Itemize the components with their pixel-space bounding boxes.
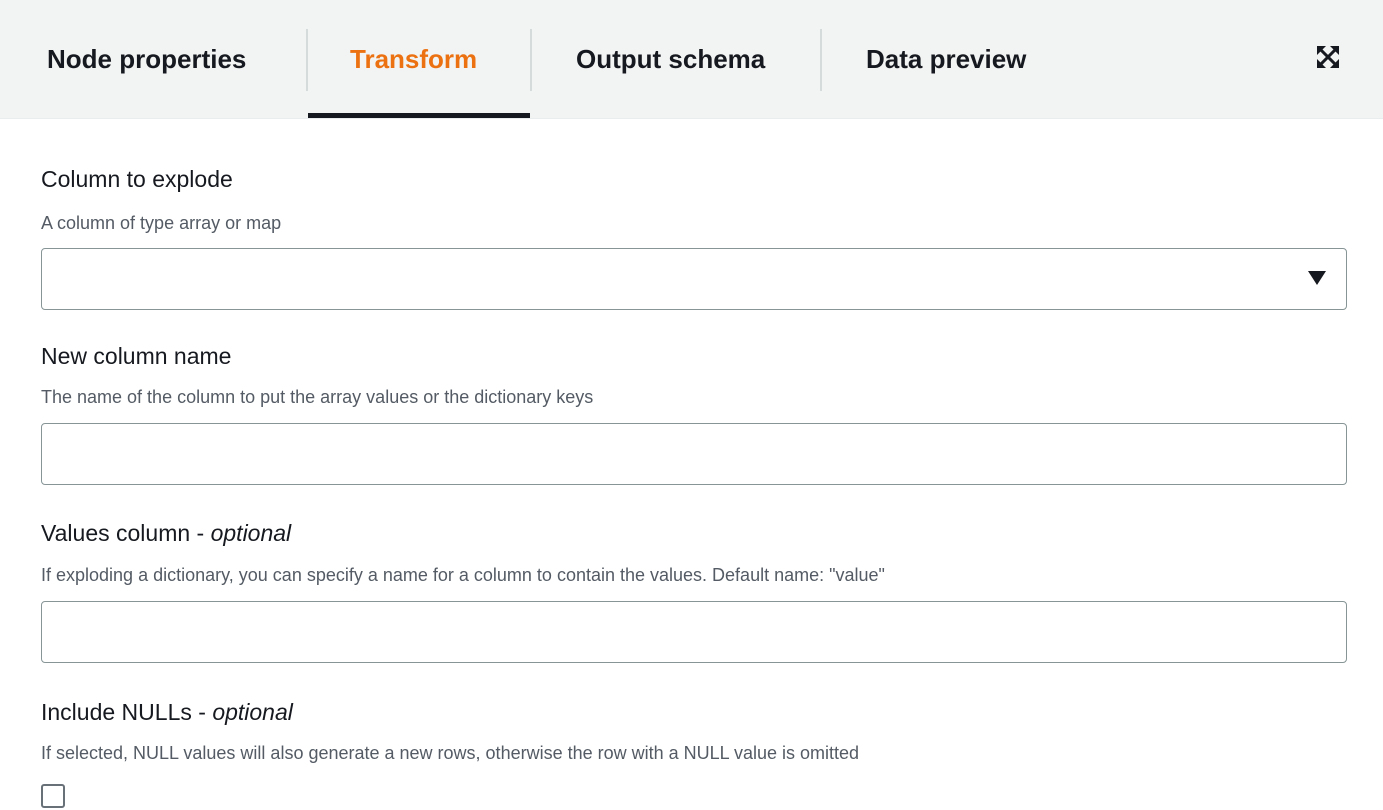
new-column-name-description: The name of the column to put the array … <box>41 387 594 407</box>
new-column-name-input[interactable] <box>41 423 1347 485</box>
expand-button[interactable] <box>1316 45 1340 69</box>
values-column-label-text: Values column - <box>41 520 211 546</box>
values-column-label: Values column - optional <box>41 520 291 547</box>
active-tab-indicator <box>308 113 530 118</box>
tab-divider <box>306 29 308 91</box>
tab-transform[interactable]: Transform <box>350 0 477 118</box>
values-column-input[interactable] <box>41 601 1347 663</box>
optional-tag: optional <box>212 699 293 725</box>
include-nulls-checkbox[interactable] <box>41 784 65 808</box>
include-nulls-label-text: Include NULLs - <box>41 699 213 725</box>
include-nulls-description: If selected, NULL values will also gener… <box>41 743 860 763</box>
values-column-description: If exploding a dictionary, you can speci… <box>41 565 885 585</box>
tab-data-preview[interactable]: Data preview <box>866 0 1026 118</box>
tab-divider <box>530 29 532 91</box>
tab-output-schema[interactable]: Output schema <box>576 0 765 118</box>
tab-bar: Node properties Transform Output schema … <box>0 0 1383 119</box>
tab-node-properties[interactable]: Node properties <box>47 0 246 118</box>
include-nulls-label: Include NULLs - optional <box>41 699 293 726</box>
column-to-explode-label: Column to explode <box>41 166 233 192</box>
tab-divider <box>820 29 822 91</box>
caret-down-icon <box>1308 271 1326 285</box>
expand-icon <box>1317 46 1339 68</box>
new-column-name-label: New column name <box>41 343 232 369</box>
column-to-explode-description: A column of type array or map <box>41 213 282 233</box>
column-to-explode-select[interactable] <box>41 248 1347 310</box>
optional-tag: optional <box>210 520 292 546</box>
